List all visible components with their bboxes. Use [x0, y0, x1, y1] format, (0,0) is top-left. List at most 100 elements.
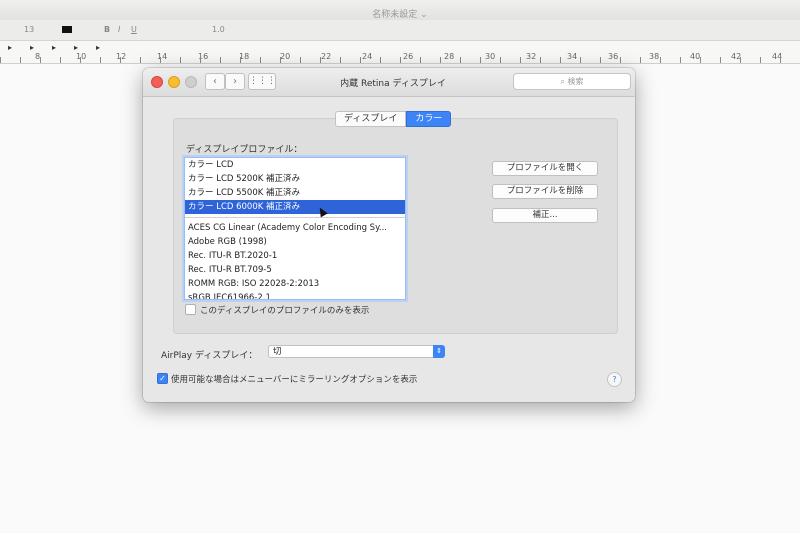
- ruler-number: 30: [485, 52, 496, 61]
- list-item[interactable]: Adobe RGB (1998): [185, 235, 405, 249]
- tab-bar: ディスプレイ カラー: [335, 111, 452, 127]
- ruler-tick: [660, 57, 661, 63]
- airplay-selected-value: 切: [273, 347, 282, 357]
- ruler-tick: [440, 57, 441, 63]
- chevron-left-icon: ‹: [213, 76, 217, 87]
- ruler-tick: [100, 57, 101, 63]
- ruler-tick: [420, 57, 421, 63]
- zoom-button[interactable]: [185, 76, 197, 88]
- airplay-label: AirPlay ディスプレイ：: [161, 351, 258, 361]
- ruler-number: 38: [649, 52, 660, 61]
- ruler-tick: [700, 57, 701, 63]
- ruler-tick: [40, 57, 41, 63]
- forward-button[interactable]: ›: [225, 73, 245, 90]
- ruler-number: 34: [567, 52, 578, 61]
- ruler-tick: [80, 57, 81, 63]
- list-item[interactable]: Rec. ITU-R BT.709-5: [185, 263, 405, 277]
- mirroring-label: 使用可能な場合はメニューバーにミラーリングオプションを表示: [171, 375, 418, 385]
- ruler-tick: [400, 57, 401, 63]
- ruler-tick: [740, 57, 741, 63]
- format-toolbar: 13 B I U 1.0: [0, 20, 800, 41]
- ruler-tick: [580, 57, 581, 63]
- list-item[interactable]: sRGB IEC61966-2.1: [185, 291, 405, 299]
- ruler-tick: [180, 57, 181, 63]
- back-button[interactable]: ‹: [205, 73, 225, 90]
- only-this-display-label: このディスプレイのプロファイルのみを表示: [200, 306, 370, 316]
- ruler-number: 24: [362, 52, 373, 61]
- window-title: 内蔵 Retina ディスプレイ: [340, 79, 446, 89]
- ruler-number: 12: [116, 52, 127, 61]
- question-icon: ?: [612, 375, 617, 384]
- ruler-tick: [640, 57, 641, 63]
- open-profile-button[interactable]: プロファイルを開く: [492, 161, 598, 176]
- list-item[interactable]: カラー LCD 5500K 補正済み: [185, 186, 405, 200]
- ruler-tick: [20, 57, 21, 63]
- ruler-tick: [280, 57, 281, 63]
- calibrate-button[interactable]: 補正...: [492, 208, 598, 223]
- ruler-tick: [380, 57, 381, 63]
- title-bar: ‹ › ⋮⋮⋮ 内蔵 Retina ディスプレイ ⌕ 検索: [143, 68, 635, 97]
- ruler[interactable]: 8 10 12 14 16 18 20 22 24 26 28 30 32 34…: [0, 41, 800, 64]
- list-item[interactable]: カラー LCD: [185, 158, 405, 172]
- ruler-number: 36: [608, 52, 619, 61]
- ruler-tick: [60, 57, 61, 63]
- chevron-right-icon: ›: [233, 76, 237, 87]
- ruler-number: 28: [444, 52, 455, 61]
- text-color-swatch[interactable]: [62, 26, 72, 33]
- tab-color[interactable]: カラー: [406, 111, 452, 127]
- help-button[interactable]: ?: [607, 372, 622, 387]
- ruler-tick: [500, 57, 501, 63]
- ruler-tick: [340, 57, 341, 63]
- display-preferences-window: ‹ › ⋮⋮⋮ 内蔵 Retina ディスプレイ ⌕ 検索 ディスプレイプロファ…: [143, 68, 635, 402]
- search-input[interactable]: ⌕ 検索: [513, 73, 631, 90]
- ruler-tick: [220, 57, 221, 63]
- ruler-tick: [120, 57, 121, 63]
- ruler-number: 22: [321, 52, 332, 61]
- profile-list[interactable]: カラー LCD カラー LCD 5200K 補正済み カラー LCD 5500K…: [184, 157, 406, 300]
- ruler-tick: [780, 57, 781, 63]
- font-size-field[interactable]: 13: [24, 25, 34, 34]
- underline-button[interactable]: U: [131, 25, 137, 34]
- tab-stop-icon[interactable]: ▸: [74, 43, 78, 52]
- delete-profile-button[interactable]: プロファイルを削除: [492, 184, 598, 199]
- ruler-number: 14: [157, 52, 168, 61]
- ruler-tick: [620, 57, 621, 63]
- list-item[interactable]: ACES CG Linear (Academy Color Encoding S…: [185, 221, 405, 235]
- ruler-tick: [240, 57, 241, 63]
- list-item[interactable]: Rec. ITU-R BT.2020-1: [185, 249, 405, 263]
- tab-stop-icon[interactable]: ▸: [96, 43, 100, 52]
- ruler-number: 32: [526, 52, 537, 61]
- show-all-button[interactable]: ⋮⋮⋮: [248, 73, 276, 90]
- ruler-tick: [300, 57, 301, 63]
- only-this-display-checkbox[interactable]: [185, 304, 196, 315]
- search-icon: ⌕: [560, 77, 565, 86]
- mirroring-checkbox[interactable]: ✓: [157, 373, 168, 384]
- list-item[interactable]: ROMM RGB: ISO 22028-2:2013: [185, 277, 405, 291]
- minimize-button[interactable]: [168, 76, 180, 88]
- document-title-bar: 名称未設定 ⌄: [0, 0, 800, 20]
- ruler-number: 40: [690, 52, 701, 61]
- ruler-tick: [160, 57, 161, 63]
- line-spacing-field[interactable]: 1.0: [212, 25, 225, 34]
- ruler-tick: [140, 57, 141, 63]
- grid-icon: ⋮⋮⋮: [249, 76, 276, 86]
- ruler-tick: [540, 57, 541, 63]
- tab-stop-icon[interactable]: ▸: [8, 43, 12, 52]
- list-separator: [185, 217, 405, 218]
- list-item[interactable]: カラー LCD 5200K 補正済み: [185, 172, 405, 186]
- color-settings-panel: ディスプレイプロファイル： カラー LCD カラー LCD 5200K 補正済み…: [173, 118, 618, 334]
- italic-button[interactable]: I: [118, 25, 120, 34]
- ruler-tick: [560, 57, 561, 63]
- ruler-tick: [680, 57, 681, 63]
- tab-stop-icon[interactable]: ▸: [30, 43, 34, 52]
- bold-button[interactable]: B: [104, 25, 110, 34]
- ruler-tick: [360, 57, 361, 63]
- list-item-selected[interactable]: カラー LCD 6000K 補正済み: [185, 200, 405, 214]
- profile-list-label: ディスプレイプロファイル：: [186, 145, 303, 155]
- tab-stop-icon[interactable]: ▸: [52, 43, 56, 52]
- airplay-select[interactable]: 切 ⇕: [268, 345, 445, 358]
- close-button[interactable]: [151, 76, 163, 88]
- tab-display[interactable]: ディスプレイ: [335, 111, 407, 127]
- ruler-tick: [200, 57, 201, 63]
- ruler-number: 26: [403, 52, 414, 61]
